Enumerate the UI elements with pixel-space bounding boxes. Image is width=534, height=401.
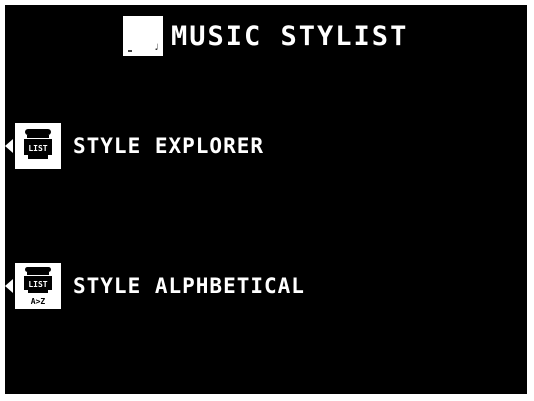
style-explorer-button[interactable]: LIST STYLE EXPLORER (5, 123, 264, 169)
note-glyph: ♩ (153, 43, 159, 53)
lcd-screen: ♩ MUSIC STYLIST LIST STYLE EXPLORER LIST… (5, 5, 527, 394)
list-alphabetical-icon: LIST A>Z (15, 263, 61, 309)
style-alphabetical-button[interactable]: LIST A>Z STYLE ALPHBETICAL (5, 263, 305, 309)
page-title: MUSIC STYLIST (171, 20, 409, 52)
title-bar: ♩ MUSIC STYLIST (123, 15, 408, 57)
style-explorer-label: STYLE EXPLORER (73, 133, 265, 158)
style-alphabetical-label: STYLE ALPHBETICAL (73, 273, 305, 298)
icon-list-text: LIST (28, 280, 47, 289)
icon-corner-mark (128, 50, 132, 52)
icon-az-text: A>Z (31, 297, 46, 306)
list-box-icon: LIST (15, 123, 61, 169)
music-stylist-icon: ♩ (123, 16, 163, 56)
left-arrow-icon (5, 139, 13, 153)
icon-list-text: LIST (28, 144, 47, 153)
left-arrow-icon (5, 279, 13, 293)
